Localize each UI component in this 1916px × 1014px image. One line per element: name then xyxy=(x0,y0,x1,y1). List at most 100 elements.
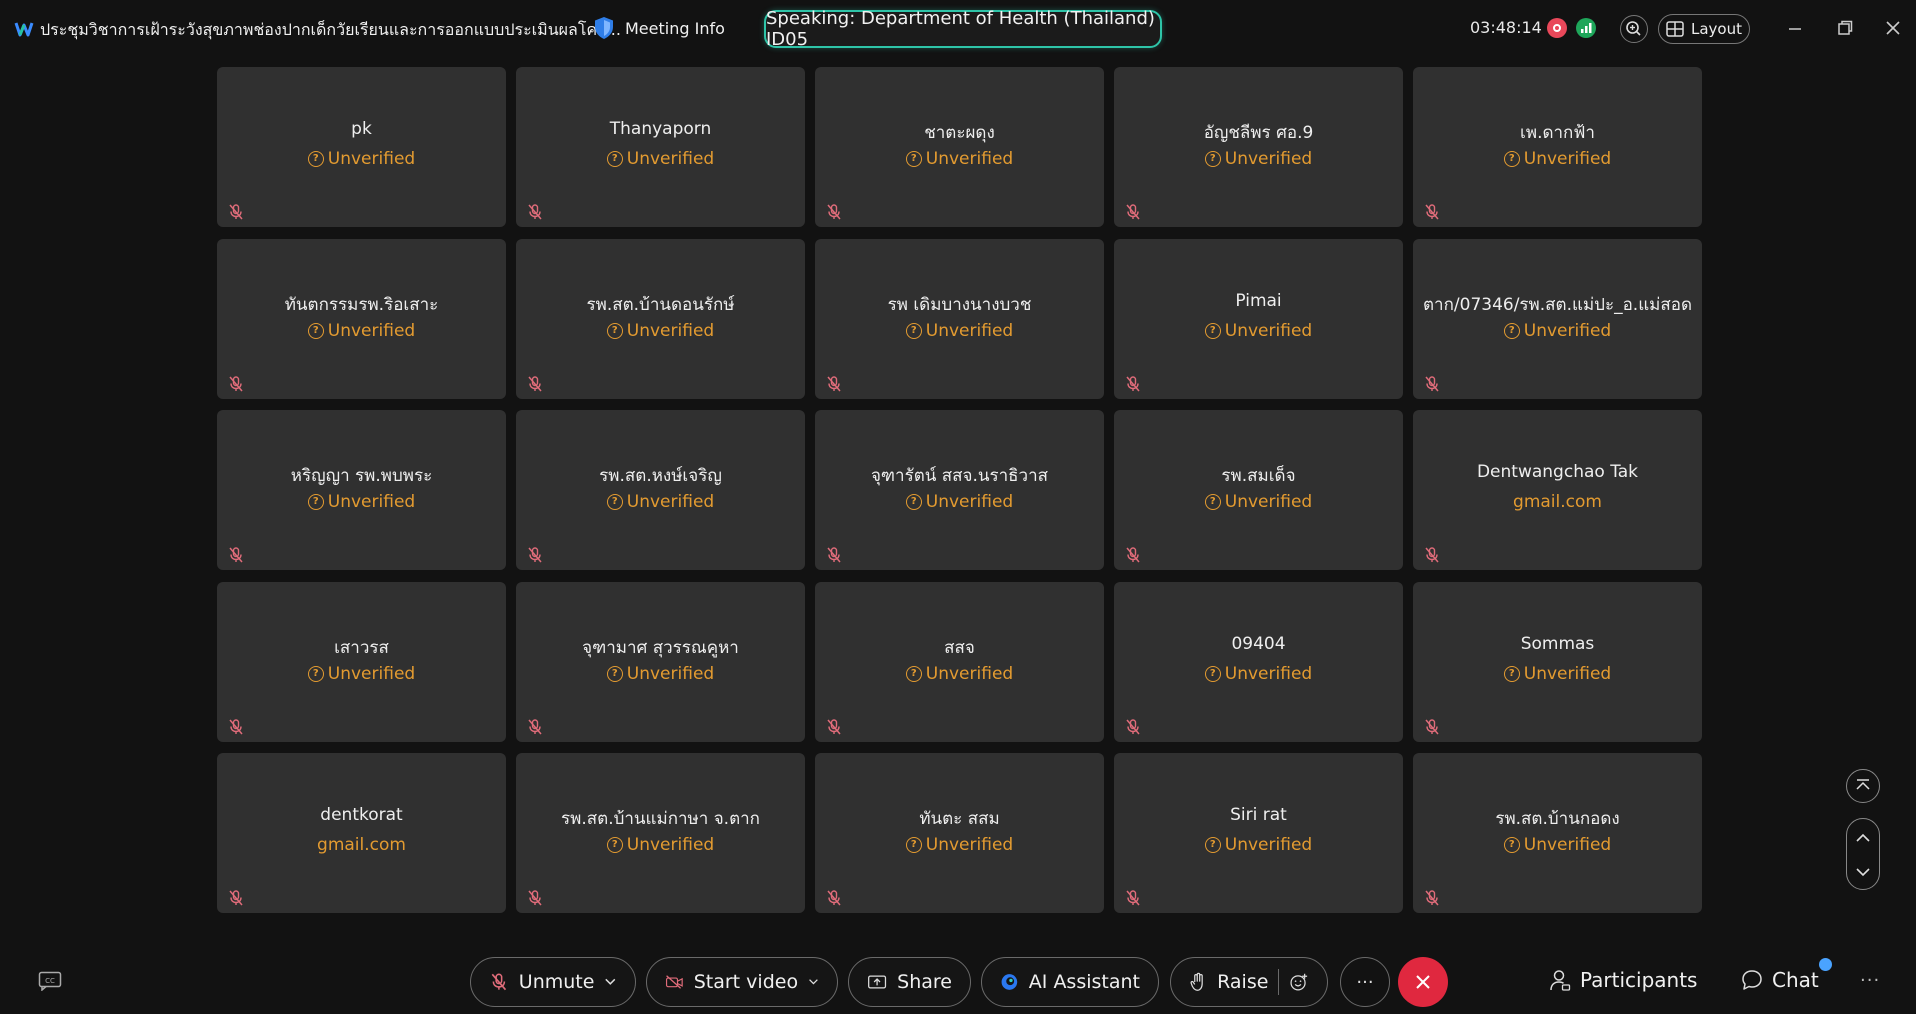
raise-hand-button[interactable]: Raise xyxy=(1170,957,1328,1007)
unverified-icon: ? xyxy=(606,665,623,682)
participant-status: ? Unverified xyxy=(516,664,805,684)
muted-mic-icon xyxy=(229,204,243,220)
chevron-up-icon[interactable] xyxy=(1847,821,1881,855)
share-button[interactable]: Share xyxy=(848,957,971,1007)
chevron-down-icon[interactable] xyxy=(808,975,819,989)
status-text: Unverified xyxy=(925,492,1014,512)
muted-mic-icon xyxy=(1126,890,1140,906)
hand-icon xyxy=(1190,972,1203,991)
unverified-icon: ? xyxy=(1204,151,1221,167)
leave-meeting-button[interactable] xyxy=(1398,957,1448,1007)
participant-tile[interactable]: จุฑามาศ สุวรรณคูหา ? Unverified xyxy=(516,581,805,742)
muted-mic-icon xyxy=(1126,204,1140,220)
participant-name: สสจ xyxy=(944,637,975,658)
participant-status: ? Unverified xyxy=(815,149,1104,169)
muted-mic-icon xyxy=(229,547,243,563)
participant-tile[interactable]: Thanyaporn ? Unverified xyxy=(516,67,805,227)
participant-tile[interactable]: Pimai ? Unverified xyxy=(1114,238,1403,399)
connection-signal-icon[interactable] xyxy=(1576,18,1596,38)
status-text: Unverified xyxy=(626,320,715,341)
muted-mic-icon xyxy=(1425,718,1439,734)
closed-captions-icon[interactable]: CC xyxy=(38,971,62,991)
muted-mic-icon xyxy=(528,718,542,734)
status-text: Unverified xyxy=(327,320,416,341)
participant-tile[interactable]: รพ.สต.บ้านแม่กาษา จ.ตาก ? Unverified xyxy=(516,753,805,913)
muted-mic-icon xyxy=(827,718,841,734)
participant-name: Siri rat xyxy=(1230,805,1287,825)
participant-name: จุฑารัตน์ สสจ.นราธิวาส xyxy=(870,466,1049,486)
participant-tile[interactable]: รพ.สต.หงษ์เจริญ ? Unverified xyxy=(516,410,805,570)
unmute-button[interactable]: Unmute xyxy=(470,957,636,1007)
participant-tile[interactable]: Dentwangchao Tak gmail.com xyxy=(1413,410,1702,570)
unverified-icon: ? xyxy=(307,494,324,510)
status-text: Unverified xyxy=(1224,149,1313,169)
start-video-label: Start video xyxy=(693,971,799,993)
participant-status: ? Unverified xyxy=(217,149,506,169)
participant-status: ? Unverified xyxy=(1114,492,1403,512)
participant-name: pk xyxy=(351,119,372,139)
participants-button[interactable]: Participants xyxy=(1548,968,1697,992)
close-icon[interactable] xyxy=(1882,17,1904,39)
muted-mic-icon xyxy=(229,375,243,391)
share-screen-icon xyxy=(868,975,887,989)
participant-tile[interactable]: ทันตะ สสม ? Unverified xyxy=(815,753,1104,913)
minimize-icon[interactable] xyxy=(1784,17,1806,39)
participant-name: เสาวรส xyxy=(334,637,389,658)
participant-name: Thanyaporn xyxy=(609,119,712,139)
layout-button[interactable]: Layout xyxy=(1658,14,1750,44)
participant-tile[interactable]: 09404 ? Unverified xyxy=(1114,581,1403,742)
participant-tile[interactable]: รพ เดิมบางนางบวช ? Unverified xyxy=(815,238,1104,399)
unverified-icon: ? xyxy=(1204,494,1221,510)
restore-icon[interactable] xyxy=(1834,17,1856,39)
participant-name: Dentwangchao Tak xyxy=(1476,462,1639,482)
more-icon[interactable]: ··· xyxy=(1860,970,1880,991)
unverified-icon: ? xyxy=(1503,665,1520,682)
participant-tile[interactable]: ชาตะผดุง ? Unverified xyxy=(815,67,1104,227)
recording-icon[interactable] xyxy=(1547,18,1567,38)
participant-tile[interactable]: Siri rat ? Unverified xyxy=(1114,753,1403,913)
unverified-icon: ? xyxy=(606,322,623,339)
participant-tile[interactable]: dentkorat gmail.com xyxy=(217,753,506,913)
status-text: Unverified xyxy=(1224,663,1313,684)
start-video-button[interactable]: Start video xyxy=(646,957,838,1007)
muted-mic-icon xyxy=(528,375,542,391)
participant-tile[interactable]: จุฑารัตน์ สสจ.นราธิวาส ? Unverified xyxy=(815,410,1104,570)
ai-assistant-icon xyxy=(1001,974,1018,990)
status-text: Unverified xyxy=(1523,149,1612,169)
svg-text:CC: CC xyxy=(45,977,55,985)
muted-mic-icon xyxy=(1425,547,1439,563)
participant-name: Pimai xyxy=(1235,290,1282,311)
participant-tile[interactable]: ทันตกรรมรพ.ริอเสาะ ? Unverified xyxy=(217,238,506,399)
participant-tile[interactable]: รพ.สมเด็จ ? Unverified xyxy=(1114,410,1403,570)
chevron-down-icon[interactable] xyxy=(1847,855,1881,889)
meeting-info-button[interactable]: Meeting Info xyxy=(593,16,725,40)
participant-status: ? Unverified xyxy=(1413,149,1702,169)
status-text: Unverified xyxy=(1224,320,1313,341)
chevron-down-icon[interactable] xyxy=(604,975,617,989)
participant-tile[interactable]: รพ.สต.บ้านกอดง ? Unverified xyxy=(1413,753,1702,913)
participant-tile[interactable]: เพ.ดากฟ้า ? Unverified xyxy=(1413,67,1702,227)
meeting-title: ประชุมวิชาการเฝ้าระวังสุขภาพช่องปากเด็กว… xyxy=(40,20,621,39)
ai-assistant-button[interactable]: AI Assistant xyxy=(981,957,1159,1007)
layout-label: Layout xyxy=(1691,20,1742,38)
zoom-button[interactable] xyxy=(1620,15,1648,43)
scroll-to-top-button[interactable] xyxy=(1846,769,1880,803)
status-text: Unverified xyxy=(626,835,715,855)
participant-tile[interactable]: Sommas ? Unverified xyxy=(1413,581,1702,742)
chat-button[interactable]: Chat xyxy=(1740,968,1819,992)
participant-tile[interactable]: เสาวรส ? Unverified xyxy=(217,581,506,742)
participant-tile[interactable]: อัญชลีพร ศอ.9 ? Unverified xyxy=(1114,67,1403,227)
more-options-button[interactable]: ··· xyxy=(1340,957,1390,1007)
participant-name: จุฑามาศ สุวรรณคูหา xyxy=(582,637,739,658)
participant-tile[interactable]: ตาก/07346/รพ.สต.แม่ปะ_อ.แม่สอด ? Unverif… xyxy=(1413,238,1702,399)
status-text: Unverified xyxy=(925,320,1014,341)
muted-mic-icon xyxy=(1126,718,1140,734)
reactions-icon[interactable] xyxy=(1289,970,1309,994)
status-text: Unverified xyxy=(1523,835,1612,855)
participant-tile[interactable]: สสจ ? Unverified xyxy=(815,581,1104,742)
participant-tile[interactable]: หริญญา รพ.พบพระ ? Unverified xyxy=(217,410,506,570)
shield-icon xyxy=(595,17,613,39)
participant-tile[interactable]: รพ.สต.บ้านดอนรักษ์ ? Unverified xyxy=(516,238,805,399)
chat-bubble-icon xyxy=(1742,970,1762,990)
participant-tile[interactable]: pk ? Unverified xyxy=(217,67,506,227)
